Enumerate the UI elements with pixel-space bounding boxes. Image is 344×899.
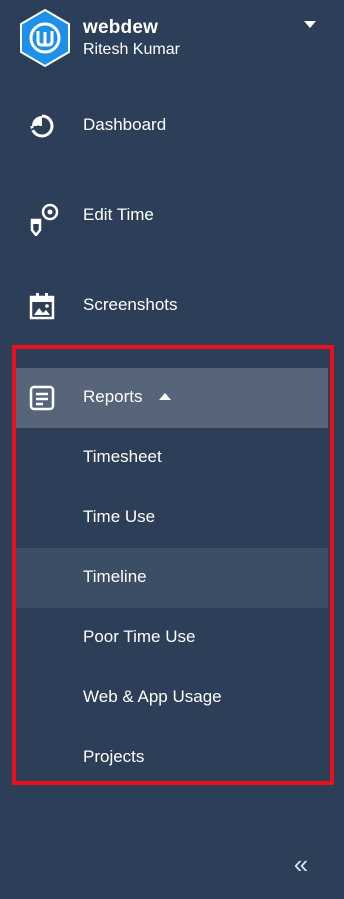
submenu-item-timesheet[interactable]: Timesheet bbox=[16, 428, 328, 488]
submenu-item-web-app-usage[interactable]: Web & App Usage bbox=[16, 668, 328, 728]
double-chevron-left-icon[interactable]: « bbox=[288, 850, 314, 878]
submenu-item-poor-time-use[interactable]: Poor Time Use bbox=[16, 608, 328, 668]
sidebar-item-edit-time[interactable]: Edit Time bbox=[0, 186, 344, 246]
sidebar-item-screenshots[interactable]: Screenshots bbox=[0, 276, 344, 336]
user-name: Ritesh Kumar bbox=[83, 41, 180, 58]
submenu-item-label: Timeline bbox=[83, 567, 147, 586]
caret-down-icon[interactable] bbox=[304, 21, 316, 28]
sidebar-item-label: Dashboard bbox=[83, 115, 167, 134]
submenu-item-label: Time Use bbox=[83, 507, 156, 526]
edit-time-icon bbox=[28, 202, 59, 238]
submenu-item-label: Poor Time Use bbox=[83, 627, 196, 646]
sidebar-header: webdew Ritesh Kumar bbox=[0, 0, 344, 76]
submenu-item-timeline[interactable]: Timeline bbox=[16, 548, 328, 608]
webdew-logo[interactable] bbox=[15, 8, 75, 68]
submenu-item-label: Projects bbox=[83, 747, 145, 766]
brand-name: webdew bbox=[83, 17, 159, 38]
sidebar-item-label: Edit Time bbox=[83, 205, 154, 224]
report-document-icon bbox=[28, 384, 56, 412]
sidebar-item-reports[interactable]: Reports bbox=[16, 368, 328, 428]
sidebar-item-label: Reports bbox=[83, 387, 143, 406]
submenu-item-label: Web & App Usage bbox=[83, 687, 222, 706]
caret-up-icon bbox=[159, 393, 171, 400]
calendar-image-icon bbox=[28, 292, 56, 320]
submenu-item-time-use[interactable]: Time Use bbox=[16, 488, 328, 548]
submenu-item-projects[interactable]: Projects bbox=[16, 728, 328, 788]
submenu-item-label: Timesheet bbox=[83, 447, 162, 466]
sidebar-item-dashboard[interactable]: Dashboard bbox=[0, 96, 344, 156]
pie-chart-icon bbox=[28, 112, 56, 140]
sidebar-item-label: Screenshots bbox=[83, 295, 178, 314]
